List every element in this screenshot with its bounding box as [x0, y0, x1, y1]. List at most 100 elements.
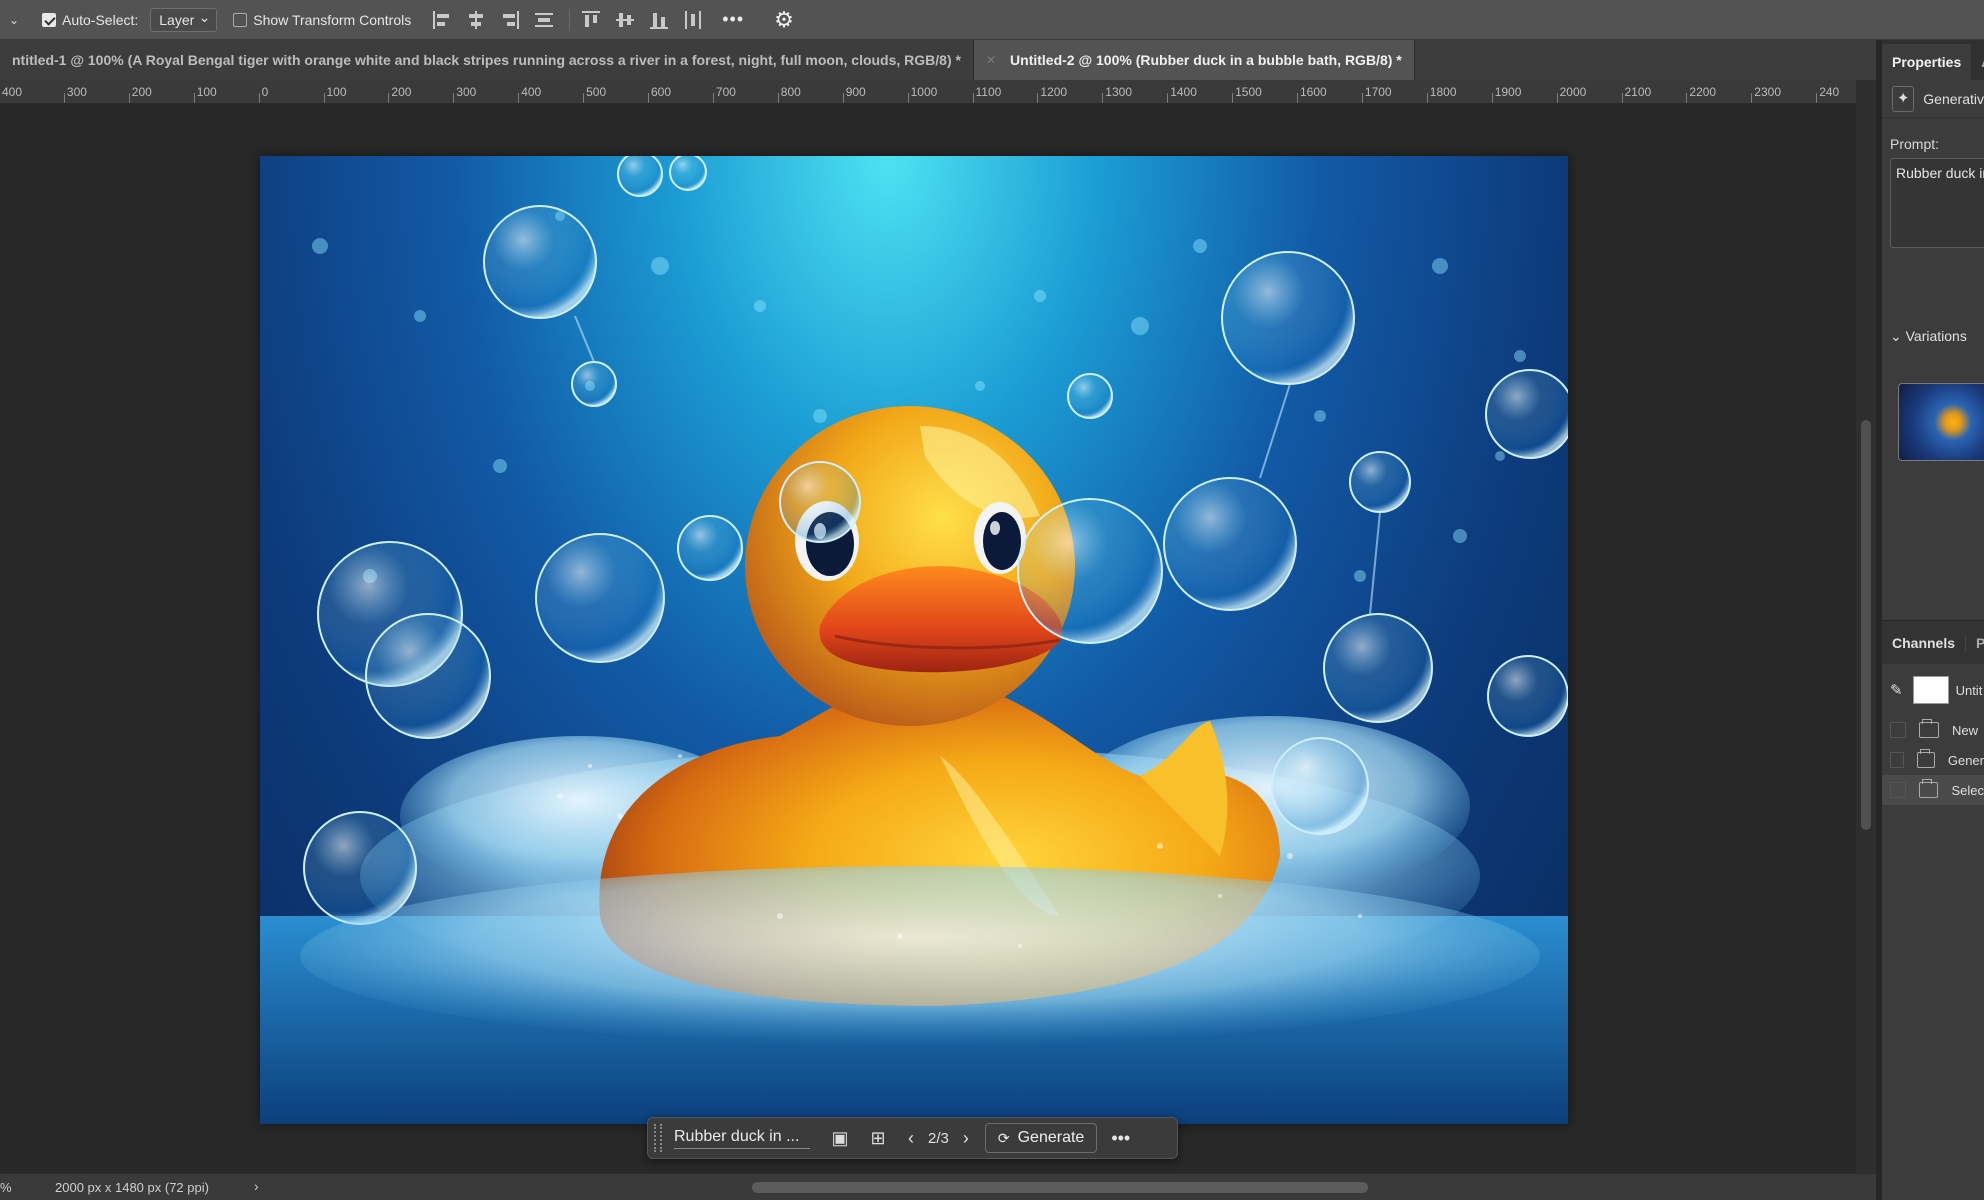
layer-name: Untit: [1955, 682, 1983, 698]
gear-icon[interactable]: ⚙: [774, 7, 794, 33]
ruler-tick: [1361, 93, 1363, 103]
ruler-label: 240: [1819, 85, 1840, 99]
ruler-tick: [1491, 93, 1493, 103]
list-item-label: Gener: [1947, 752, 1984, 768]
prompt-label: Prompt:: [1890, 136, 1940, 152]
generate-icon: ⟳: [997, 1129, 1010, 1146]
horizontal-ruler[interactable]: 400 300 200 100 0 100 200 300 400 500 600 700 800 900…: [0, 80, 1856, 104]
distribute-horizontal-icon[interactable]: [682, 9, 704, 31]
ruler-tick: [1751, 93, 1753, 103]
generate-button[interactable]: ⟳ Generate: [984, 1123, 1098, 1153]
next-variation-button[interactable]: ›: [963, 1128, 969, 1149]
ruler-label: 0: [261, 85, 269, 99]
tool-preset-chevron-icon[interactable]: ⌄: [0, 13, 28, 27]
ruler-label: 1800: [1429, 85, 1457, 99]
vertical-scroll-thumb[interactable]: [1861, 420, 1871, 830]
align-center-horizontal-icon[interactable]: [465, 9, 487, 31]
ruler-label: 700: [715, 85, 736, 99]
ruler-tick: [907, 93, 909, 103]
ruler-label: 2100: [1624, 85, 1652, 99]
ruler-tick: [1426, 93, 1428, 103]
layer-thumbnail: [1912, 676, 1949, 704]
align-top-icon[interactable]: [580, 9, 602, 31]
tab-label: ntitled-1 @ 100% (A Royal Bengal tiger w…: [12, 52, 961, 68]
folder-icon: [1919, 719, 1939, 738]
variations-header[interactable]: ⌄ Variations: [1890, 328, 1984, 345]
close-tab-icon[interactable]: ✕: [986, 53, 996, 67]
align-middle-vertical-icon[interactable]: [614, 9, 636, 31]
visibility-toggle[interactable]: [1890, 722, 1906, 738]
ruler-tick: [1816, 93, 1818, 103]
tab-adjustments[interactable]: A: [1971, 54, 1984, 80]
show-transform-controls-checkbox[interactable]: [233, 12, 248, 27]
tab-untitled-1[interactable]: ntitled-1 @ 100% (A Royal Bengal tiger w…: [0, 40, 974, 80]
tab-untitled-2[interactable]: ✕ Untitled-2 @ 100% (Rubber duck in a bub…: [973, 40, 1415, 80]
list-item[interactable]: New: [1882, 715, 1984, 745]
taskbar-more-button[interactable]: •••: [1111, 1128, 1130, 1149]
ruler-label: 1300: [1105, 85, 1132, 99]
list-item-label: Selec: [1951, 782, 1984, 798]
ruler-label: 800: [780, 85, 801, 99]
ruler-tick: [777, 93, 779, 103]
ruler-tick: [1167, 93, 1169, 103]
image-icon[interactable]: ▣: [828, 1128, 852, 1149]
contextual-task-bar: Rubber duck in ... ▣ ⊞ ‹ 2/3 › ⟳ Generate…: [647, 1117, 1178, 1159]
variations-label: Variations: [1905, 328, 1967, 344]
list-item-label: New: [1952, 722, 1979, 738]
align-left-icon[interactable]: [431, 9, 453, 31]
tab-label: Untitled-2 @ 100% (Rubber duck in a bubb…: [1010, 52, 1402, 68]
ruler-tick: [648, 93, 649, 103]
ruler-label: 100: [196, 85, 217, 99]
ruler-tick: [972, 93, 974, 103]
ruler-label: 1000: [910, 85, 938, 99]
toolbar-separator: [569, 8, 571, 31]
list-item[interactable]: Selec: [1882, 775, 1984, 805]
vertical-scrollbar[interactable]: [1856, 80, 1876, 1173]
rubber-duck-image: [260, 156, 1568, 1124]
brush-icon: ✎: [1890, 682, 1903, 699]
variation-counter: 2/3: [928, 1129, 949, 1147]
align-bottom-icon[interactable]: [648, 9, 670, 31]
ruler-tick: [1232, 93, 1234, 103]
visibility-toggle[interactable]: [1890, 782, 1906, 798]
lower-panel-tabs: Channels Pa: [1882, 620, 1984, 664]
ruler-tick: [258, 93, 260, 103]
ruler-label: 200: [131, 85, 152, 99]
ruler-label: 1200: [1040, 85, 1068, 99]
prompt-field[interactable]: Rubber duck in ...: [674, 1128, 810, 1149]
ruler-label: 100: [326, 85, 347, 99]
properties-panel: Properties A ✦ Generativ Prompt: Rubber …: [1882, 40, 1984, 1200]
layer-row[interactable]: ✎ Untit: [1882, 670, 1984, 710]
ruler-label: 200: [391, 85, 412, 99]
tab-properties[interactable]: Properties: [1882, 44, 1972, 80]
layer-type-label: Generativ: [1923, 90, 1984, 107]
prompt-textarea[interactable]: Rubber duck in: [1890, 158, 1984, 248]
ruler-tick: [388, 93, 390, 103]
canvas-area[interactable]: [0, 105, 1856, 1173]
status-menu-arrow[interactable]: ›: [254, 1178, 259, 1194]
ruler-tick: [1297, 93, 1298, 103]
ruler-label: 500: [586, 85, 607, 99]
auto-select-checkbox[interactable]: [42, 12, 56, 27]
drag-handle[interactable]: [654, 1124, 662, 1152]
distribute-vertical-icon[interactable]: [533, 9, 555, 31]
ruler-label: 2200: [1689, 85, 1717, 99]
ruler-label: 400: [521, 85, 542, 99]
select-icon[interactable]: ⊞: [866, 1128, 890, 1149]
more-options-button[interactable]: •••: [722, 9, 744, 30]
show-transform-controls-label: Show Transform Controls: [253, 11, 412, 28]
tab-paths[interactable]: Pa: [1965, 634, 1984, 651]
list-item[interactable]: Gener: [1882, 745, 1984, 775]
ruler-label: 2300: [1754, 85, 1781, 99]
ruler-label: 1500: [1235, 85, 1262, 99]
variation-thumbnail[interactable]: [1898, 383, 1984, 461]
ruler-label: 900: [845, 85, 866, 99]
previous-variation-button[interactable]: ‹: [908, 1128, 914, 1149]
horizontal-scroll-thumb[interactable]: [752, 1182, 1368, 1193]
zoom-level[interactable]: %: [0, 1180, 12, 1195]
auto-select-target-dropdown[interactable]: Layer: [150, 6, 218, 32]
align-right-icon[interactable]: [499, 9, 521, 31]
visibility-toggle[interactable]: [1890, 752, 1905, 768]
tab-channels[interactable]: Channels: [1882, 635, 1965, 651]
document-canvas[interactable]: [260, 156, 1568, 1124]
